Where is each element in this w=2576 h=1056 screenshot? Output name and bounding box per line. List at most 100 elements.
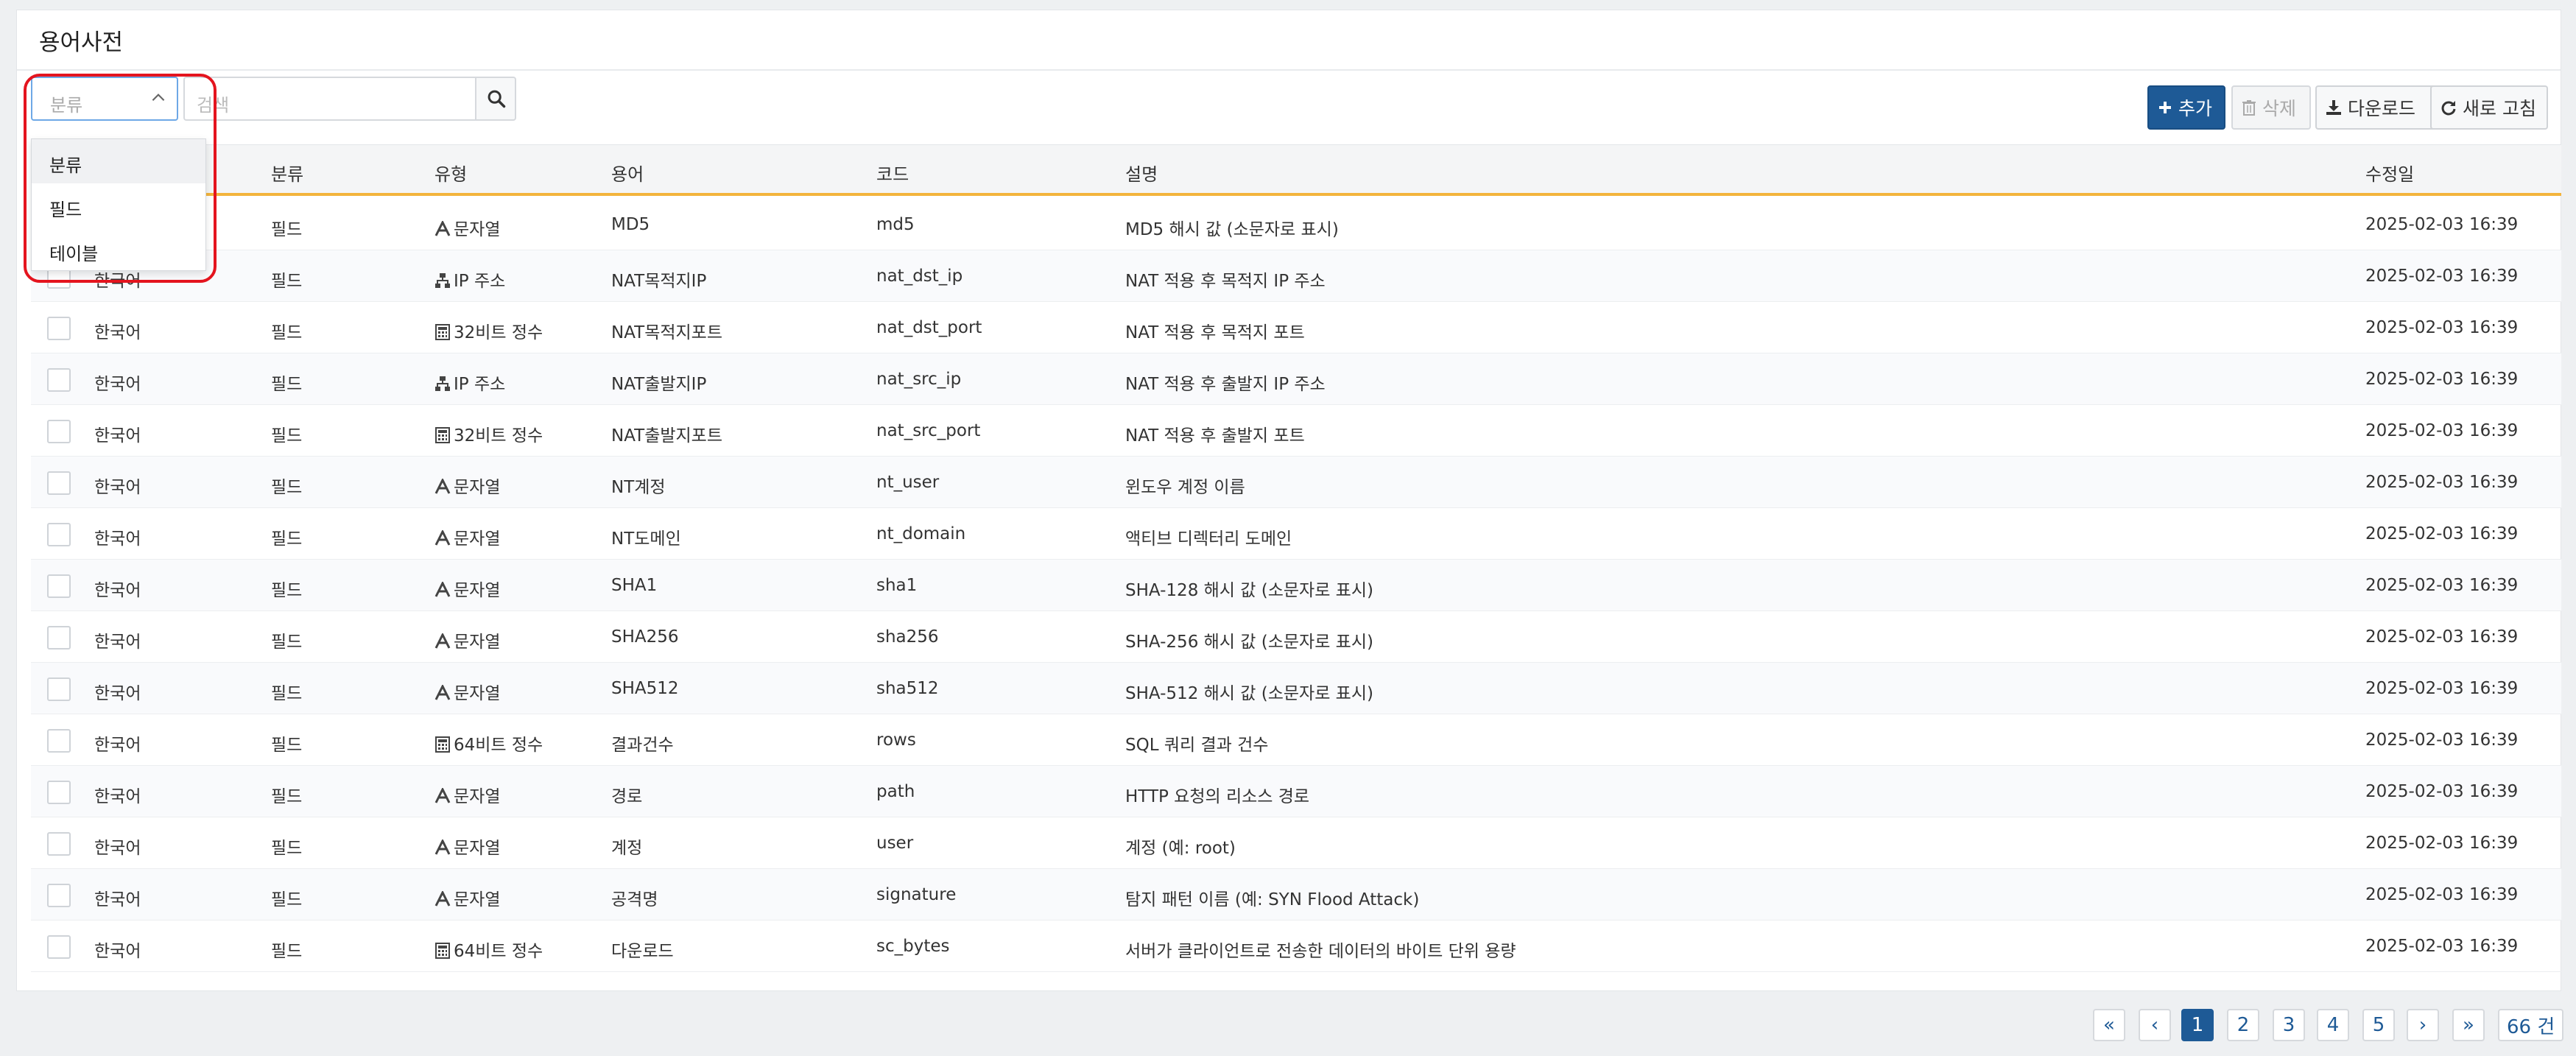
cell-code: sha256 [876,627,939,647]
row-checkbox[interactable] [47,677,71,701]
table-row[interactable]: 한국어 필드 IP 주소 NAT목적지IP nat_dst_ip NAT 적용 후 목적지… [31,250,2561,302]
search-icon [488,90,506,108]
cell-term: NAT목적지포트 [611,323,723,342]
download-button[interactable]: 다운로드 [2315,85,2445,130]
row-checkbox[interactable] [47,884,71,907]
table-row[interactable]: 한국어 필드 문자열 NT도메인 nt_domain 액티브 디렉터리 도메인 2025-0… [31,508,2561,560]
add-button[interactable]: 추가 [2147,85,2225,130]
cell-description: 서버가 클라이언트로 전송한 데이터의 바이트 단위 용량 [1125,942,1516,961]
text-icon [434,838,451,856]
cell-description: NAT 적용 후 목적지 포트 [1125,323,1305,342]
table-row[interactable]: 한국어 필드 문자열 NT계정 nt_user 윈도우 계정 이름 2025-02-03 1… [31,457,2561,508]
cell-category: 필드 [271,736,303,755]
cell-modified: 2025-02-03 16:39 [2365,937,2519,956]
page-next-button[interactable]: › [2407,1009,2439,1041]
row-checkbox[interactable] [47,626,71,650]
cell-type-label: 문자열 [454,478,501,497]
header-term[interactable]: 용어 [611,160,644,186]
row-checkbox[interactable] [47,729,71,753]
cell-language: 한국어 [94,942,141,961]
search-placeholder: 검색 [197,95,230,116]
search-input[interactable]: 검색 [183,77,478,121]
cell-code: sha512 [876,679,939,698]
table-row[interactable]: 한국어 필드 문자열 SHA1 sha1 SHA-128 해시 값 (소문자로 표시) 20… [31,560,2561,611]
network-icon [434,376,451,392]
table-row[interactable]: 한국어 필드 IP 주소 NAT출발지IP nat_src_ip NAT 적용 후 출발지… [31,353,2561,405]
row-checkbox[interactable] [47,368,71,392]
search-button[interactable] [475,77,516,121]
row-checkbox[interactable] [47,935,71,959]
table-row[interactable]: 한국어 필드 32비트 정수 NAT출발지포트 nat_src_port NAT 적용 후… [31,405,2561,457]
page-button-3[interactable]: 3 [2273,1009,2305,1041]
row-checkbox[interactable] [47,574,71,598]
page-first-button[interactable]: « [2093,1009,2125,1041]
table-row[interactable]: 한국어 필드 문자열 SHA512 sha512 SHA-512 해시 값 (소문자로 표… [31,663,2561,714]
cell-type: 문자열 [434,627,500,652]
delete-button[interactable]: 삭제 [2231,85,2311,130]
dropdown-option-category[interactable]: 분류 [32,139,205,183]
cell-language: 한국어 [94,684,141,703]
download-button-label: 다운로드 [2348,98,2416,119]
table-row[interactable]: 한국어 필드 32비트 정수 NAT목적지포트 nat_dst_port NAT 적용 후… [31,302,2561,353]
cell-modified: 2025-02-03 16:39 [2365,318,2519,337]
row-checkbox[interactable] [47,832,71,856]
dropdown-option-field[interactable]: 필드 [32,183,205,228]
cell-type-label: 32비트 정수 [454,323,543,342]
cell-category: 필드 [271,581,303,600]
cell-term: NAT출발지IP [611,375,707,394]
row-checkbox[interactable] [47,781,71,804]
calculator-icon [434,943,451,959]
cell-description: MD5 해시 값 (소문자로 표시) [1125,220,1339,239]
page-button-2[interactable]: 2 [2227,1009,2259,1041]
cell-category: 필드 [271,633,303,652]
cell-code: path [876,782,915,801]
table-row[interactable]: 한국어 필드 64비트 정수 결과건수 rows SQL 쿼리 결과 건수 2025-02-… [31,714,2561,766]
page-last-button[interactable]: » [2452,1009,2485,1041]
cell-type-label: 문자열 [454,220,501,239]
cell-type: 문자열 [434,885,500,910]
cell-term: NAT출발지포트 [611,426,723,446]
trash-icon [2242,100,2256,116]
page-button-1[interactable]: 1 [2181,1009,2214,1041]
header-category[interactable]: 분류 [271,160,303,186]
cell-type: 32비트 정수 [434,421,543,446]
cell-term: 경로 [611,787,643,806]
header-modified[interactable]: 수정일 [2365,160,2414,186]
header-type[interactable]: 유형 [434,160,467,186]
refresh-button[interactable]: 새로 고침 [2430,85,2548,130]
cell-language: 한국어 [94,736,141,755]
cell-term: 결과건수 [611,736,674,755]
cell-description: SHA-256 해시 값 (소문자로 표시) [1125,633,1373,652]
table-row[interactable]: 한국어 필드 문자열 경로 path HTTP 요청의 리소스 경로 2025-02-03 … [31,766,2561,817]
text-icon [434,890,451,907]
header-code[interactable]: 코드 [876,160,909,186]
table-row[interactable]: 한국어필드문자열MD5md5MD5 해시 값 (소문자로 표시)2025-02-… [31,199,2561,250]
cell-term: 다운로드 [611,942,674,961]
row-checkbox[interactable] [47,471,71,495]
dropdown-option-table[interactable]: 테이블 [32,228,205,272]
cell-description: SHA-128 해시 값 (소문자로 표시) [1125,581,1373,600]
header-description[interactable]: 설명 [1125,160,1158,186]
cell-type-label: 문자열 [454,633,501,652]
cell-code: nat_src_ip [876,370,962,389]
text-icon [434,529,451,546]
row-checkbox[interactable] [47,317,71,340]
table-row[interactable]: 한국어 필드 64비트 정수 다운로드 sc_bytes 서버가 클라이언트로 전송한 데… [31,921,2561,972]
category-select[interactable]: 분류 [31,77,178,121]
table-row[interactable]: 한국어 필드 문자열 공격명 signature 탐지 패턴 이름 (예: SYN Flo… [31,869,2561,921]
row-checkbox[interactable] [47,420,71,443]
cell-description: NAT 적용 후 출발지 포트 [1125,426,1305,446]
cell-description: SQL 쿼리 결과 건수 [1125,736,1269,755]
table-row[interactable]: 한국어 필드 문자열 계정 user 계정 (예: root) 2025-02-03 16:… [31,817,2561,869]
cell-type: IP 주소 [434,370,505,395]
cell-category: 필드 [271,426,303,446]
cell-language: 한국어 [94,581,141,600]
cell-type-label: 64비트 정수 [454,736,543,755]
table-row[interactable]: 한국어 필드 문자열 SHA256 sha256 SHA-256 해시 값 (소문자로 표… [31,611,2561,663]
cell-description: NAT 적용 후 출발지 IP 주소 [1125,375,1326,394]
page-prev-button[interactable]: ‹ [2139,1009,2171,1041]
page-button-5[interactable]: 5 [2362,1009,2395,1041]
cell-category: 필드 [271,839,303,858]
row-checkbox[interactable] [47,523,71,546]
page-button-4[interactable]: 4 [2317,1009,2349,1041]
